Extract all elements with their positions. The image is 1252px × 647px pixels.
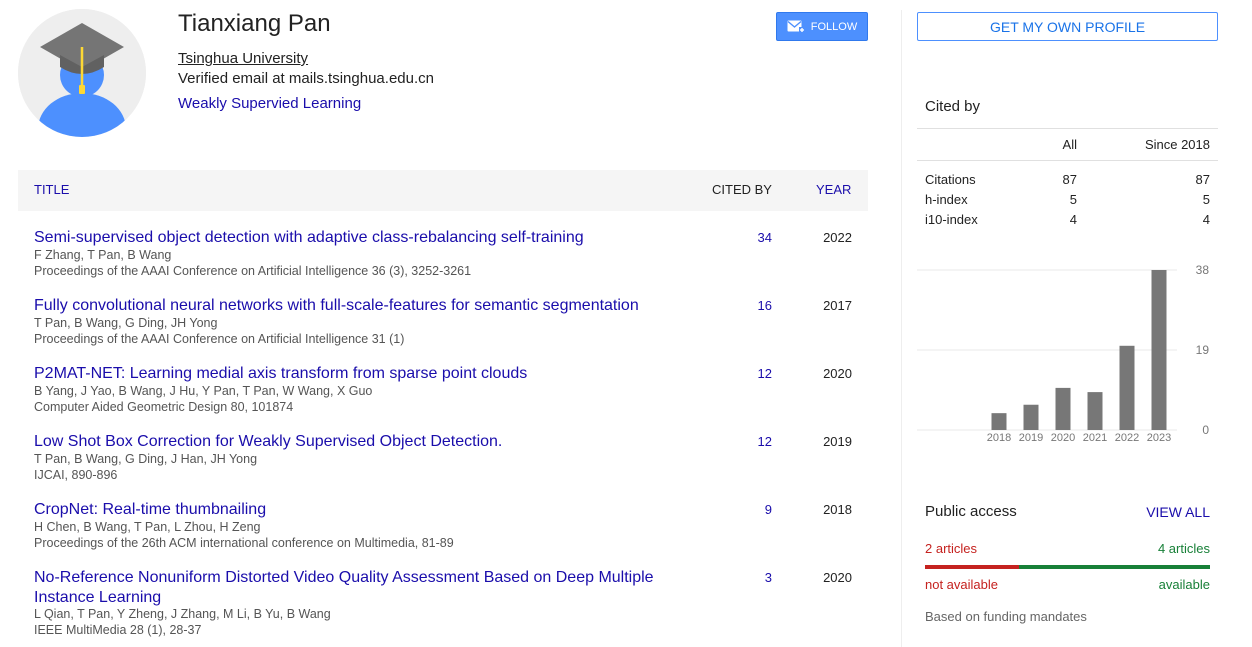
publication-title-link[interactable]: Low Shot Box Correction for Weakly Super… bbox=[34, 432, 674, 452]
publication-authors: T Pan, B Wang, G Ding, JH Yong bbox=[34, 316, 218, 330]
publication-venue: IJCAI, 890-896 bbox=[34, 468, 118, 482]
publication-authors: F Zhang, T Pan, B Wang bbox=[34, 248, 172, 262]
stats-header-all: All bbox=[1062, 137, 1077, 152]
publication-authors: B Yang, J Yao, B Wang, J Hu, Y Pan, T Pa… bbox=[34, 384, 373, 398]
affiliation-link[interactable]: Tsinghua University bbox=[178, 50, 308, 67]
publication-venue: Proceedings of the AAAI Conference on Ar… bbox=[34, 332, 405, 346]
publication-title-link[interactable]: Fully convolutional neural networks with… bbox=[34, 296, 674, 316]
get-my-own-profile-button[interactable]: GET MY OWN PROFILE bbox=[917, 12, 1218, 41]
chart-x-tick-label: 2021 bbox=[1083, 432, 1107, 444]
column-divider bbox=[901, 10, 902, 647]
chart-bar bbox=[1055, 387, 1071, 430]
publication-venue: Computer Aided Geometric Design 80, 1018… bbox=[34, 400, 294, 414]
not-available-bar-fill bbox=[925, 565, 1020, 569]
sort-by-cited[interactable]: CITED BY bbox=[712, 182, 772, 197]
stat-since-value: 5 bbox=[1202, 192, 1210, 207]
chart-x-tick-label: 2020 bbox=[1051, 432, 1075, 444]
follow-label: FOLLOW bbox=[810, 20, 858, 33]
citations-per-year-chart: 0 19 38 2018 2019 2020 2021 2022 2023 bbox=[917, 263, 1210, 444]
cited-by-count-link[interactable]: 3 bbox=[718, 570, 772, 585]
publication-title-link[interactable]: No-Reference Nonuniform Distorted Video … bbox=[34, 568, 674, 608]
chart-bar bbox=[991, 413, 1007, 430]
avatar bbox=[18, 9, 146, 137]
publication-title-link[interactable]: CropNet: Real-time thumbnailing bbox=[34, 500, 674, 520]
chart-bar bbox=[1023, 404, 1039, 430]
chart-y-tick-label: 0 bbox=[1202, 423, 1209, 437]
stats-row-i10-index: i10-index 4 4 bbox=[925, 212, 1210, 232]
stat-all-value: 4 bbox=[1069, 212, 1077, 227]
public-access-heading: Public access bbox=[925, 503, 1017, 520]
stats-row-h-index: h-index 5 5 bbox=[925, 192, 1210, 212]
stat-label: Citations bbox=[925, 172, 976, 187]
cited-by-count-link[interactable]: 16 bbox=[718, 298, 772, 313]
verified-email: Verified email at mails.tsinghua.edu.cn bbox=[178, 70, 434, 87]
stat-since-value: 4 bbox=[1202, 212, 1210, 227]
research-interest-link[interactable]: Weakly Supervied Learning bbox=[178, 95, 361, 112]
sort-by-title[interactable]: TITLE bbox=[34, 182, 69, 197]
not-available-count-link[interactable]: 2 articles bbox=[925, 541, 977, 556]
sort-by-year[interactable]: YEAR bbox=[816, 182, 851, 197]
publication-year: 2020 bbox=[823, 570, 852, 585]
publication-year: 2018 bbox=[823, 502, 852, 517]
chart-x-tick-label: 2022 bbox=[1115, 432, 1139, 444]
stat-all-value: 87 bbox=[1062, 172, 1077, 187]
stat-all-value: 5 bbox=[1069, 192, 1077, 207]
publication-title-link[interactable]: P2MAT-NET: Learning medial axis transfor… bbox=[34, 364, 674, 384]
publication-authors: L Qian, T Pan, Y Zheng, J Zhang, M Li, B… bbox=[34, 607, 331, 621]
chart-bar bbox=[1119, 345, 1135, 430]
publications-table-header: TITLE CITED BY YEAR bbox=[18, 170, 868, 211]
cited-by-count-link[interactable]: 12 bbox=[718, 434, 772, 449]
follow-button[interactable]: FOLLOW bbox=[776, 12, 868, 41]
stats-header-since: Since 2018 bbox=[1144, 137, 1210, 152]
stat-label: i10-index bbox=[925, 212, 978, 227]
chart-x-tick-label: 2023 bbox=[1147, 432, 1171, 444]
divider bbox=[917, 128, 1218, 129]
available-count-link[interactable]: 4 articles bbox=[1110, 541, 1210, 556]
divider bbox=[917, 160, 1218, 161]
publication-title-link[interactable]: Semi-supervised object detection with ad… bbox=[34, 228, 674, 248]
publication-year: 2019 bbox=[823, 434, 852, 449]
public-access-bar bbox=[925, 565, 1210, 569]
available-label: available bbox=[1158, 577, 1210, 592]
stat-since-value: 87 bbox=[1195, 172, 1210, 187]
chart-x-tick-label: 2018 bbox=[987, 432, 1011, 444]
funding-mandates-note: Based on funding mandates bbox=[925, 609, 1087, 624]
publication-year: 2020 bbox=[823, 366, 852, 381]
not-available-label: not available bbox=[925, 577, 998, 592]
publication-year: 2017 bbox=[823, 298, 852, 313]
profile-name: Tianxiang Pan bbox=[178, 10, 331, 37]
view-all-link[interactable]: VIEW ALL bbox=[1130, 504, 1210, 520]
cited-by-count-link[interactable]: 9 bbox=[718, 502, 772, 517]
cited-by-count-link[interactable]: 34 bbox=[718, 230, 772, 245]
stats-row-citations: Citations 87 87 bbox=[925, 172, 1210, 192]
chart-y-tick-label: 19 bbox=[1196, 343, 1210, 357]
chart-x-tick-label: 2019 bbox=[1019, 432, 1043, 444]
chart-y-tick-label: 38 bbox=[1196, 263, 1210, 277]
publication-venue: Proceedings of the 26th ACM internationa… bbox=[34, 536, 454, 550]
publication-venue: IEEE MultiMedia 28 (1), 28-37 bbox=[34, 623, 202, 637]
scholar-avatar-icon bbox=[18, 9, 146, 137]
chart-bar bbox=[1151, 270, 1167, 430]
publication-authors: T Pan, B Wang, G Ding, J Han, JH Yong bbox=[34, 452, 258, 466]
chart-bar bbox=[1087, 392, 1103, 430]
cited-by-count-link[interactable]: 12 bbox=[718, 366, 772, 381]
stat-label: h-index bbox=[925, 192, 968, 207]
publication-authors: H Chen, B Wang, T Pan, L Zhou, H Zeng bbox=[34, 520, 261, 534]
publication-year: 2022 bbox=[823, 230, 852, 245]
cited-by-heading: Cited by bbox=[925, 98, 981, 115]
mail-plus-icon bbox=[787, 20, 805, 33]
publication-venue: Proceedings of the AAAI Conference on Ar… bbox=[34, 264, 472, 278]
